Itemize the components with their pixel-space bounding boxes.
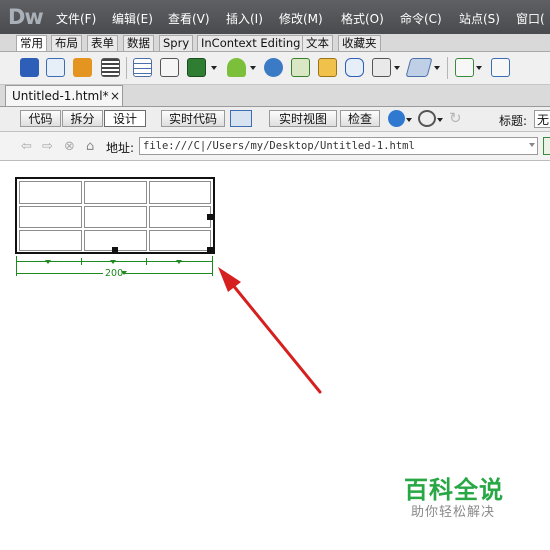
tab-spry[interactable]: Spry — [159, 35, 194, 51]
chevron-down-icon[interactable] — [529, 143, 535, 147]
live-code-button[interactable]: 实时代码 — [161, 110, 225, 127]
title-label: 标题: — [499, 114, 528, 128]
design-view-button[interactable]: 设计 — [104, 110, 146, 127]
globe-preview-icon[interactable] — [388, 110, 405, 127]
inspect-button[interactable]: 检查 — [340, 110, 380, 127]
stop-icon[interactable]: ⊗ — [64, 139, 75, 154]
widget-gear-icon[interactable] — [264, 58, 283, 77]
forward-icon[interactable]: ⇨ — [42, 139, 53, 154]
watermark-subtitle: 助你轻松解决 — [411, 505, 496, 520]
address-label: 地址: — [106, 141, 135, 155]
insert-div-icon[interactable] — [160, 58, 179, 77]
table-icon[interactable] — [133, 58, 152, 77]
insert-panel-tabs: 常用 布局 表单 数据 Spry InContext Editing 文本 收藏… — [0, 34, 550, 52]
document-tab-bar: Untitled-1.html* × — [0, 85, 550, 107]
tab-text[interactable]: 文本 — [302, 35, 333, 51]
visual-aids-dropdown-icon[interactable] — [437, 118, 443, 122]
server-side-include-icon[interactable] — [318, 58, 337, 77]
horizontal-rule-icon[interactable] — [101, 58, 120, 77]
menu-insert[interactable]: 插入(I) — [226, 10, 263, 27]
tab-common[interactable]: 常用 — [16, 35, 47, 51]
tab-forms[interactable]: 表单 — [87, 35, 118, 51]
tag-chooser-icon[interactable] — [491, 58, 510, 77]
templates-dropdown-icon[interactable] — [476, 66, 482, 70]
watermark-title: 百科全说 — [404, 476, 504, 504]
hyperlink-icon[interactable] — [20, 58, 39, 77]
media-dropdown-icon[interactable] — [250, 66, 256, 70]
menu-edit[interactable]: 编辑(E) — [112, 10, 153, 27]
close-icon[interactable]: × — [110, 89, 120, 103]
media-icon[interactable] — [227, 58, 246, 77]
live-view-button[interactable]: 实时视图 — [269, 110, 337, 127]
date-icon[interactable] — [291, 58, 310, 77]
script-icon[interactable] — [405, 58, 433, 77]
named-anchor-icon[interactable] — [73, 58, 92, 77]
visual-aids-icon[interactable] — [418, 110, 436, 127]
menu-file[interactable]: 文件(F) — [56, 10, 96, 27]
head-icon[interactable] — [372, 58, 391, 77]
split-view-button[interactable]: 拆分 — [62, 110, 103, 127]
title-input[interactable]: 无 — [534, 110, 550, 128]
tab-data[interactable]: 数据 — [123, 35, 154, 51]
image-dropdown-icon[interactable] — [211, 66, 217, 70]
dreamweaver-logo: Dw — [8, 5, 44, 29]
home-icon[interactable]: ⌂ — [86, 139, 94, 154]
tab-favorites[interactable]: 收藏夹 — [338, 35, 381, 51]
menu-bar: Dw 文件(F) 编辑(E) 查看(V) 插入(I) 修改(M) 格式(O) 命… — [0, 0, 550, 34]
menu-format[interactable]: 格式(O) — [341, 10, 384, 27]
menu-window[interactable]: 窗口( — [516, 10, 545, 27]
document-toolbar: 代码 拆分 设计 实时代码 实时视图 检查 ↻ 标题: 无 — [0, 107, 550, 132]
insert-toolbar — [0, 52, 550, 85]
document-tab[interactable]: Untitled-1.html* × — [5, 85, 123, 106]
design-canvas[interactable]: 200 百科全说 助你轻松解决 — [0, 161, 550, 550]
templates-icon[interactable] — [455, 58, 474, 77]
preview-dropdown-icon[interactable] — [406, 118, 412, 122]
document-tab-title: Untitled-1.html* — [12, 89, 109, 103]
toolbar-separator — [126, 57, 127, 79]
menu-commands[interactable]: 命令(C) — [400, 10, 442, 27]
browser-compatibility-icon[interactable] — [230, 110, 252, 127]
toolbar-separator — [447, 57, 448, 79]
menu-view[interactable]: 查看(V) — [168, 10, 210, 27]
image-icon[interactable] — [187, 58, 206, 77]
menu-site[interactable]: 站点(S) — [459, 10, 500, 27]
address-bar: ⇦ ⇨ ⊗ ⌂ 地址: file:///C|/Users/my/Desktop/… — [0, 132, 550, 161]
back-icon[interactable]: ⇦ — [21, 139, 32, 154]
file-management-icon[interactable] — [543, 137, 550, 155]
code-view-button[interactable]: 代码 — [20, 110, 61, 127]
email-link-icon[interactable] — [46, 58, 65, 77]
script-dropdown-icon[interactable] — [434, 66, 440, 70]
tab-incontext-editing[interactable]: InContext Editing — [197, 35, 305, 51]
menu-modify[interactable]: 修改(M) — [279, 10, 323, 27]
comment-icon[interactable] — [345, 58, 364, 77]
tab-layout[interactable]: 布局 — [51, 35, 82, 51]
address-value: file:///C|/Users/my/Desktop/Untitled-1.h… — [143, 140, 415, 152]
refresh-icon[interactable]: ↻ — [449, 109, 462, 127]
address-input[interactable]: file:///C|/Users/my/Desktop/Untitled-1.h… — [139, 137, 538, 155]
head-dropdown-icon[interactable] — [394, 66, 400, 70]
